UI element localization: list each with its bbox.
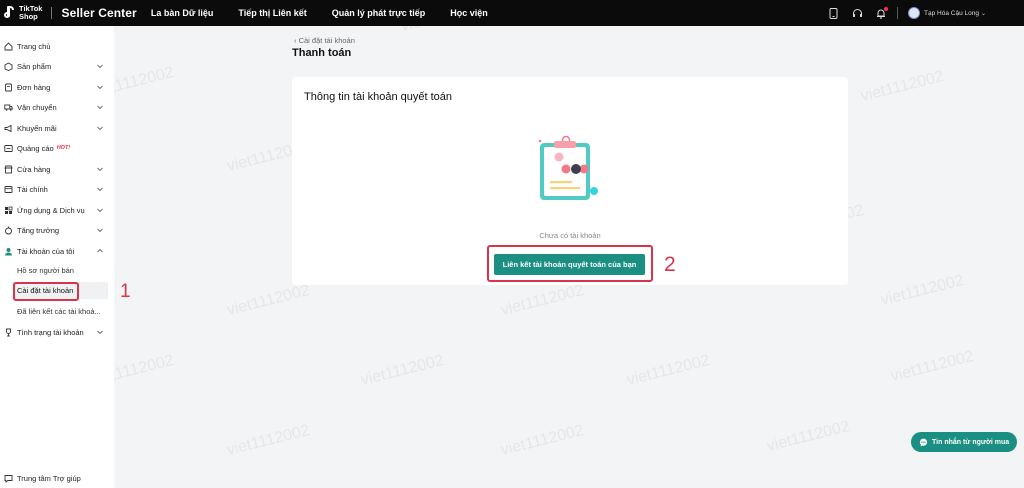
nav-data-compass[interactable]: La bàn Dữ liệu [151,8,214,18]
sidebar-item-label: Trang chủ [17,41,51,51]
sidebar-item-home[interactable]: Trang chủ [0,38,114,54]
top-nav: La bàn Dữ liệu Tiếp thị Liên kết Quản lý… [151,8,513,18]
truck-icon [4,103,13,112]
watermark: viet1112002 [879,272,966,310]
sidebar-sub-seller-profile[interactable]: Hồ sơ người bán [17,266,74,275]
hot-badge: HOT! [56,145,71,151]
sidebar-item-label: Sản phẩm [17,61,52,71]
chevron-down-icon [97,208,103,213]
chevron-down-icon [97,228,103,233]
sidebar-item-ads[interactable]: Quảng cáo HOT! [0,140,114,156]
product-icon [4,61,13,71]
watermark: viet1112002 [359,352,446,390]
sidebar-item-growth[interactable]: Tăng trưởng [0,222,114,238]
chat-bubble-icon [919,438,928,446]
card-title: Thông tin tài khoản quyết toán [304,91,452,103]
tiktok-logo-icon [4,6,16,20]
watermark: viet1112002 [499,422,586,460]
watermark: viet1112002 [765,418,852,456]
user-name: Tạp Hóa Cậu Long [924,9,979,17]
sidebar-item-account-status[interactable]: Tình trạng tài khoản [0,324,114,340]
trophy-icon [4,328,13,337]
empty-state-text: Chưa có tài khoản [539,231,601,240]
sidebar-item-label: Ứng dụng & Dịch vụ [17,205,85,215]
chevron-down-icon [97,85,103,90]
sidebar-item-store[interactable]: Cửa hàng [0,161,114,177]
chevron-down-icon [97,187,103,192]
sidebar-sub-linked-accounts[interactable]: Đã liên kết các tài khoả... [17,307,101,316]
avatar [908,7,921,19]
watermark: viet1112002 [889,348,976,386]
headset-icon[interactable] [851,7,863,19]
link-settlement-account-button[interactable]: Liên kết tài khoản quyết toán của bạn [494,254,645,275]
chevron-down-icon: ⌄ [980,10,986,17]
sidebar-item-my-account[interactable]: Tài khoản của tôi [0,243,114,259]
help-center-label: Trung tâm Trợ giúp [17,473,81,483]
chevron-down-icon [97,167,103,172]
breadcrumb[interactable]: ‹ Cài đặt tài khoản [294,36,355,45]
home-icon [4,41,13,51]
sidebar-item-products[interactable]: Sản phẩm [0,58,114,74]
nav-live-stream[interactable]: Quản lý phát trực tiếp [332,8,426,18]
chevron-down-icon [97,105,103,110]
buyer-messages-button[interactable]: Tin nhắn từ người mua [911,432,1017,452]
brand-title[interactable]: Seller Center [61,6,136,20]
sidebar-item-label: Khuyến mãi [17,123,57,133]
sidebar: Trang chủ Sản phẩm Đơn hàng Vận chuyển K… [0,26,114,488]
annotation-number-2: 2 [664,253,676,276]
watermark: viet1112002 [225,282,312,320]
store-icon [4,165,13,174]
buyer-messages-label: Tin nhắn từ người mua [932,438,1010,446]
header-actions: Tạp Hóa Cậu Long ⌄ [815,0,1024,26]
chevron-down-icon [97,330,103,335]
phone-icon[interactable] [827,7,839,19]
chevron-down-icon [97,64,103,69]
tiktok-shop-logo[interactable]: TikTok Shop [4,0,42,26]
sidebar-item-label: Vận chuyển [17,102,57,112]
sidebar-item-label: Tăng trưởng [17,225,60,235]
logo-line2: Shop [19,12,38,21]
sidebar-item-label: Đơn hàng [17,82,51,92]
watermark: viet1112002 [499,282,586,320]
annotation-number-1: 1 [120,281,131,302]
notification-dot [884,7,889,11]
nav-academy[interactable]: Học viện [450,8,488,18]
sidebar-item-finance[interactable]: Tài chính [0,181,114,197]
logo-text: TikTok Shop [19,5,42,21]
sidebar-item-promotions[interactable]: Khuyến mãi [0,120,114,136]
user-icon [4,247,13,256]
watermark: viet1112002 [625,352,712,390]
chevron-down-icon [97,126,103,131]
sidebar-item-label: Quảng cáo [17,143,54,153]
sidebar-item-label: Tài chính [17,184,48,194]
bell-icon[interactable] [875,7,889,19]
annotation-box-1 [13,282,79,301]
nav-affiliate[interactable]: Tiếp thị Liên kết [238,8,306,18]
empty-clipboard-illustration [538,135,598,200]
breadcrumb-label: Cài đặt tài khoản [298,36,355,45]
sidebar-item-label: Cửa hàng [17,164,51,174]
header-divider [51,7,53,19]
sidebar-help-center[interactable]: Trung tâm Trợ giúp [0,470,114,486]
chevron-up-icon [97,248,103,253]
watermark: viet1112002 [859,68,946,106]
header-separator [897,7,899,19]
sidebar-item-orders[interactable]: Đơn hàng [0,79,114,95]
ads-icon [4,144,13,153]
sidebar-item-apps[interactable]: Ứng dụng & Dịch vụ [0,202,114,218]
growth-icon [4,226,13,235]
apps-icon [4,206,13,215]
order-icon [4,83,13,92]
finance-icon [4,185,13,194]
watermark: viet1112002 [225,422,312,460]
settlement-account-card: Thông tin tài khoản quyết toán Chưa có t… [292,77,848,285]
sidebar-item-shipping[interactable]: Vận chuyển [0,99,114,115]
sidebar-item-label: Tình trạng tài khoản [17,327,84,337]
chat-help-icon [4,474,13,483]
page-title: Thanh toán [292,47,352,59]
sidebar-item-label: Tài khoản của tôi [17,246,75,256]
user-menu[interactable]: Tạp Hóa Cậu Long ⌄ [908,7,986,19]
top-bar: TikTok Shop Seller Center La bàn Dữ liệu… [0,0,1024,26]
megaphone-icon [4,124,13,133]
